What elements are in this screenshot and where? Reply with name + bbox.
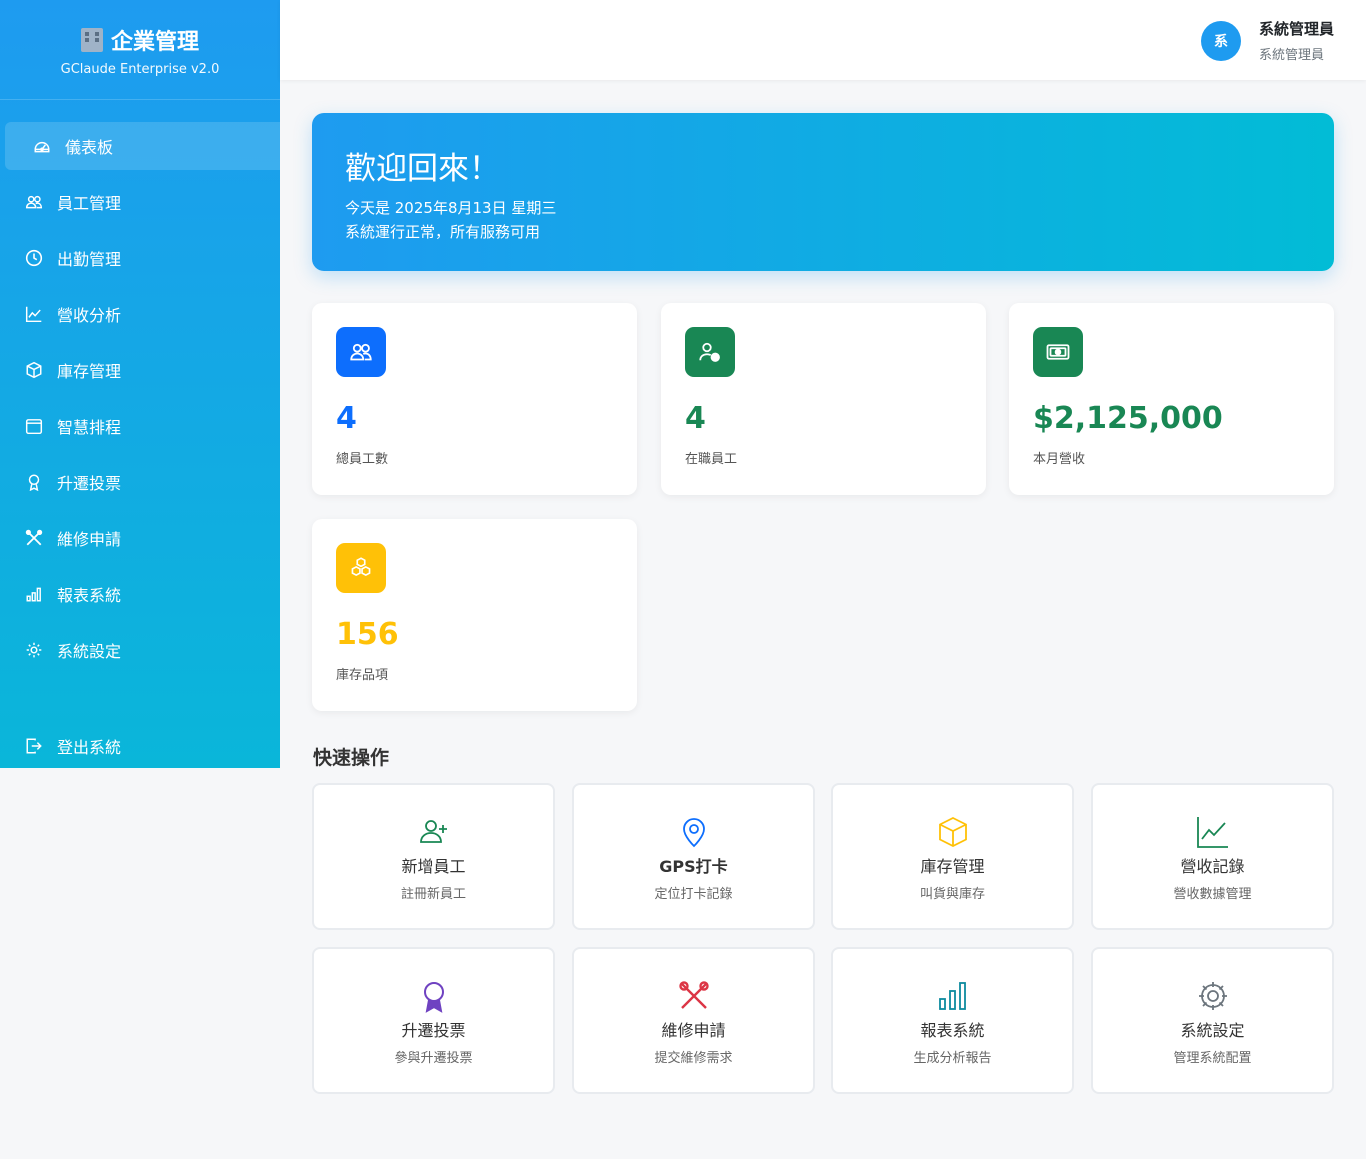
user-role: 系統管理員 [1258, 48, 1324, 63]
sidebar-item-label: 出勤管理 [57, 250, 122, 269]
dashboard-icon [33, 137, 51, 155]
sidebar-item-reports[interactable]: 報表系統 [0, 570, 280, 618]
tools-icon [574, 979, 813, 1013]
avatar: 系 [1200, 20, 1241, 61]
top-bar: 系 系統管理員 系統管理員 [280, 0, 1366, 80]
quick-action-maintenance[interactable]: 維修申請 提交維修需求 [572, 947, 815, 1094]
brand-title-row: 企業管理 [0, 24, 280, 56]
sidebar-item-label: 維修申請 [57, 530, 122, 549]
clock-icon [25, 249, 43, 267]
gear-icon [1093, 979, 1332, 1013]
quick-action-title: 新增員工 [401, 857, 466, 876]
stat-label: 本月營收 [1033, 452, 1086, 467]
welcome-banner: 歡迎回來！ 今天是 2025年8月13日 星期三 系統運行正常，所有服務可用 [312, 113, 1334, 271]
quick-action-subtitle: 定位打卡記錄 [654, 887, 733, 902]
sidebar: 企業管理 GClaude Enterprise v2.0 儀表板 員工管理 出勤… [0, 0, 280, 768]
sidebar-item-label: 報表系統 [57, 586, 122, 605]
sidebar-item-label: 智慧排程 [57, 418, 122, 437]
people-icon [25, 193, 43, 211]
user-info: 系統管理員 系統管理員 [1259, 18, 1334, 63]
logout-label: 登出系統 [57, 738, 122, 757]
gear-icon [25, 641, 43, 659]
sidebar-item-dashboard[interactable]: 儀表板 [5, 122, 280, 170]
sidebar-item-employees[interactable]: 員工管理 [0, 178, 280, 226]
tools-icon [25, 529, 43, 547]
stat-value: 156 [336, 617, 399, 652]
quick-action-title: GPS打卡 [659, 857, 728, 876]
welcome-title: 歡迎回來！ [345, 151, 500, 187]
stat-value: 4 [336, 401, 357, 436]
sidebar-item-label: 庫存管理 [57, 362, 122, 381]
sidebar-item-maintenance[interactable]: 維修申請 [0, 514, 280, 562]
people-icon [336, 327, 386, 377]
welcome-date: 今天是 2025年8月13日 星期三 [345, 199, 557, 217]
boxes-icon [336, 543, 386, 593]
quick-action-title: 庫存管理 [920, 857, 985, 876]
quick-action-add-employee[interactable]: 新增員工 註冊新員工 [312, 783, 555, 930]
sidebar-item-label: 儀表板 [65, 138, 114, 157]
sidebar-nav: 儀表板 員工管理 出勤管理 營收分析 庫存管理 智慧排程 升遷投票 維修申請 報… [0, 100, 280, 674]
quick-action-inventory[interactable]: 庫存管理 叫貨與庫存 [831, 783, 1074, 930]
stat-value: $2,125,000 [1033, 401, 1223, 436]
stat-card-total-employees: 4 總員工數 [312, 303, 637, 495]
quick-action-subtitle: 註冊新員工 [400, 887, 466, 902]
sidebar-item-label: 營收分析 [57, 306, 122, 325]
quick-action-gps-clock-in[interactable]: GPS打卡 定位打卡記錄 [572, 783, 815, 930]
quick-action-subtitle: 營收數據管理 [1173, 887, 1252, 902]
cash-icon [1033, 327, 1083, 377]
quick-action-revenue-records[interactable]: 營收記錄 營收數據管理 [1091, 783, 1334, 930]
person-plus-icon [314, 815, 553, 849]
sidebar-item-label: 升遷投票 [57, 474, 122, 493]
stat-card-monthly-revenue: $2,125,000 本月營收 [1009, 303, 1334, 495]
user-name: 系統管理員 [1258, 20, 1334, 38]
quick-action-subtitle: 生成分析報告 [913, 1051, 992, 1066]
award-icon [25, 473, 43, 491]
quick-action-title: 維修申請 [661, 1021, 726, 1040]
logout-button[interactable]: 登出系統 [0, 722, 280, 770]
sidebar-item-scheduling[interactable]: 智慧排程 [0, 402, 280, 450]
quick-action-subtitle: 參與升遷投票 [394, 1051, 473, 1066]
quick-action-subtitle: 叫貨與庫存 [919, 887, 985, 902]
brand-title: 企業管理 [110, 30, 199, 55]
quick-action-subtitle: 管理系統配置 [1173, 1051, 1252, 1066]
box-icon [833, 815, 1072, 849]
sidebar-item-inventory[interactable]: 庫存管理 [0, 346, 280, 394]
quick-action-reports[interactable]: 報表系統 生成分析報告 [831, 947, 1074, 1094]
quick-actions-title: 快速操作 [313, 747, 390, 769]
quick-action-subtitle: 提交維修需求 [654, 1051, 733, 1066]
line-chart-icon [1093, 815, 1332, 849]
quick-action-title: 系統設定 [1180, 1021, 1245, 1040]
sidebar-item-settings[interactable]: 系統設定 [0, 626, 280, 674]
logout-icon [25, 737, 43, 755]
sidebar-item-attendance[interactable]: 出勤管理 [0, 234, 280, 282]
location-pin-icon [574, 815, 813, 849]
welcome-status: 系統運行正常，所有服務可用 [345, 223, 541, 241]
user-menu[interactable]: 系 系統管理員 系統管理員 [1200, 18, 1334, 63]
brand-subtitle: GClaude Enterprise v2.0 [60, 62, 220, 77]
award-icon [314, 979, 553, 1013]
stat-value: 4 [685, 401, 706, 436]
sidebar-item-promotion-vote[interactable]: 升遷投票 [0, 458, 280, 506]
sidebar-item-label: 系統設定 [57, 642, 122, 661]
line-chart-icon [25, 305, 43, 323]
sidebar-item-revenue[interactable]: 營收分析 [0, 290, 280, 338]
bar-chart-icon [25, 585, 43, 603]
box-icon [25, 361, 43, 379]
building-icon [80, 28, 103, 52]
brand: 企業管理 GClaude Enterprise v2.0 [0, 0, 280, 100]
calendar-icon [25, 417, 43, 435]
quick-action-title: 升遷投票 [401, 1021, 466, 1040]
sidebar-item-label: 員工管理 [57, 194, 122, 213]
stat-label: 在職員工 [685, 452, 738, 467]
stat-card-active-employees: 4 在職員工 [661, 303, 986, 495]
stat-card-inventory-items: 156 庫存品項 [312, 519, 637, 711]
quick-action-title: 報表系統 [920, 1021, 985, 1040]
quick-action-promotion-vote[interactable]: 升遷投票 參與升遷投票 [312, 947, 555, 1094]
stat-label: 總員工數 [336, 452, 389, 467]
bar-chart-icon [833, 979, 1072, 1013]
quick-action-title: 營收記錄 [1180, 857, 1245, 876]
person-check-icon [685, 327, 735, 377]
quick-action-settings[interactable]: 系統設定 管理系統配置 [1091, 947, 1334, 1094]
stat-label: 庫存品項 [336, 668, 389, 683]
